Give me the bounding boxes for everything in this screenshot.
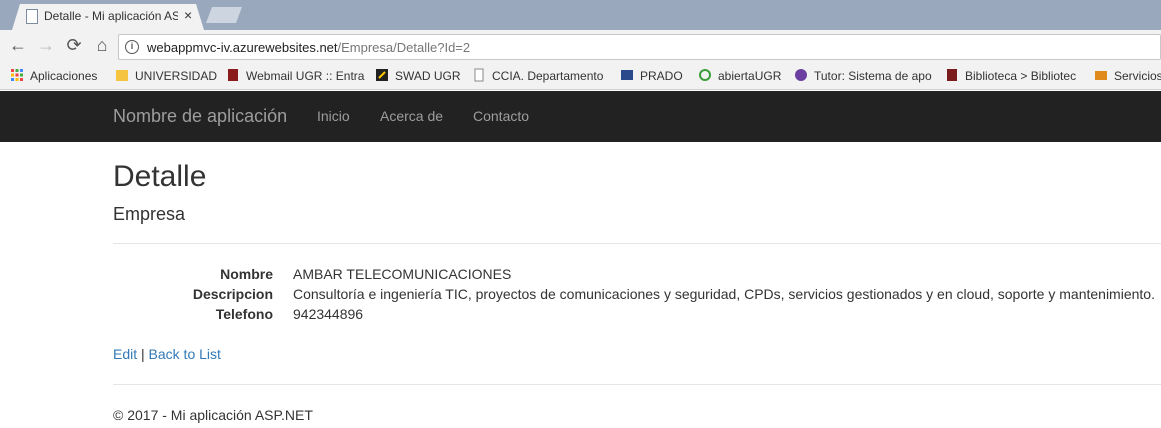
prado-icon [621,70,633,80]
home-icon[interactable]: ⌂ [91,34,113,56]
site-info-icon[interactable]: i [125,40,139,54]
detail-label-descripcion: Descripcion [192,286,273,302]
action-links: Edit | Back to List [113,346,221,362]
tab-close-icon[interactable]: × [184,7,192,23]
browser-tab-strip: Detalle - Mi aplicación ASP.NET × [0,0,1161,30]
back-arrow-icon[interactable]: ← [7,34,29,56]
bookmark-biblioteca[interactable]: Biblioteca > Bibliotec [945,67,1076,85]
bookmark-swad[interactable]: SWAD UGR [375,67,461,85]
page-favicon-icon [26,9,38,24]
tab-title: Detalle - Mi aplicación ASP.NET [44,9,178,23]
folder-icon [116,70,128,81]
detail-label-nombre: Nombre [220,266,273,282]
address-bar[interactable]: i webappmvc-iv.azurewebsites.net/Empresa… [118,34,1161,60]
detail-value-nombre: AMBAR TELECOMUNICACIONES [293,266,512,282]
bookmark-label: UNIVERSIDAD [135,69,218,83]
servicios-icon [1095,71,1107,80]
page-title: Detalle [113,160,207,193]
reload-icon[interactable]: ⟳ [63,34,85,56]
swad-icon [376,69,388,81]
url-text: webappmvc-iv.azurewebsites.net/Empresa/D… [147,40,470,55]
bookmark-tutor[interactable]: Tutor: Sistema de apo [794,67,932,85]
bookmarks-bar: Aplicaciones UNIVERSIDAD Webmail UGR :: … [0,62,1161,90]
nav-link-acerca[interactable]: Acerca de [380,108,443,124]
detail-value-descripcion: Consultoría e ingeniería TIC, proyectos … [293,286,1155,302]
bookmark-webmail[interactable]: Webmail UGR :: Entra [226,67,364,85]
browser-tab[interactable]: Detalle - Mi aplicación ASP.NET × [12,4,204,30]
detail-value-telefono: 942344896 [293,306,364,322]
bookmark-ccia[interactable]: CCIA. Departamento [472,67,603,85]
abierta-icon [699,69,711,81]
url-path: /Empresa/Detalle?Id=2 [337,40,471,55]
browser-toolbar: ← → ⟳ ⌂ i webappmvc-iv.azurewebsites.net… [0,30,1161,62]
bookmark-label: abiertaUGR [718,69,782,83]
ccia-icon [474,68,484,82]
url-host: webappmvc-iv.azurewebsites.net [147,40,338,55]
divider [113,243,1161,244]
apps-grid-icon [11,69,23,81]
forward-arrow-icon[interactable]: → [35,34,57,56]
bookmark-label: Servicios [1114,69,1161,83]
webmail-icon [228,69,238,81]
bookmark-label: Biblioteca > Bibliotec [965,69,1077,83]
nav-link-inicio[interactable]: Inicio [317,108,350,124]
back-to-list-link[interactable]: Back to List [149,346,221,362]
footer-text: © 2017 - Mi aplicación ASP.NET [113,407,313,423]
bookmark-label: CCIA. Departamento [492,69,604,83]
detail-label-telefono: Telefono [215,306,273,322]
bookmark-universidad[interactable]: UNIVERSIDAD [115,67,217,85]
footer-divider [113,384,1161,385]
navbar-brand[interactable]: Nombre de aplicación [113,106,287,127]
tutor-icon [795,69,807,81]
bookmark-aplicaciones[interactable]: Aplicaciones [10,67,97,85]
page-subtitle: Empresa [113,204,186,224]
bookmark-abiertaugr[interactable]: abiertaUGR [698,67,781,85]
link-separator: | [141,346,145,362]
bookmark-servicios[interactable]: Servicios [1094,67,1161,85]
edit-link[interactable]: Edit [113,346,137,362]
bookmark-label: SWAD UGR [395,69,461,83]
biblioteca-icon [947,69,957,81]
new-tab-button[interactable] [206,7,242,23]
bookmark-label: PRADO [640,69,683,83]
bookmark-label: Aplicaciones [30,69,98,83]
bookmark-label: Webmail UGR :: Entra [246,69,365,83]
nav-link-contacto[interactable]: Contacto [473,108,529,124]
app-navbar: Nombre de aplicación Inicio Acerca de Co… [0,91,1161,142]
bookmark-label: Tutor: Sistema de apo [814,69,932,83]
bookmark-prado[interactable]: PRADO [620,67,683,85]
